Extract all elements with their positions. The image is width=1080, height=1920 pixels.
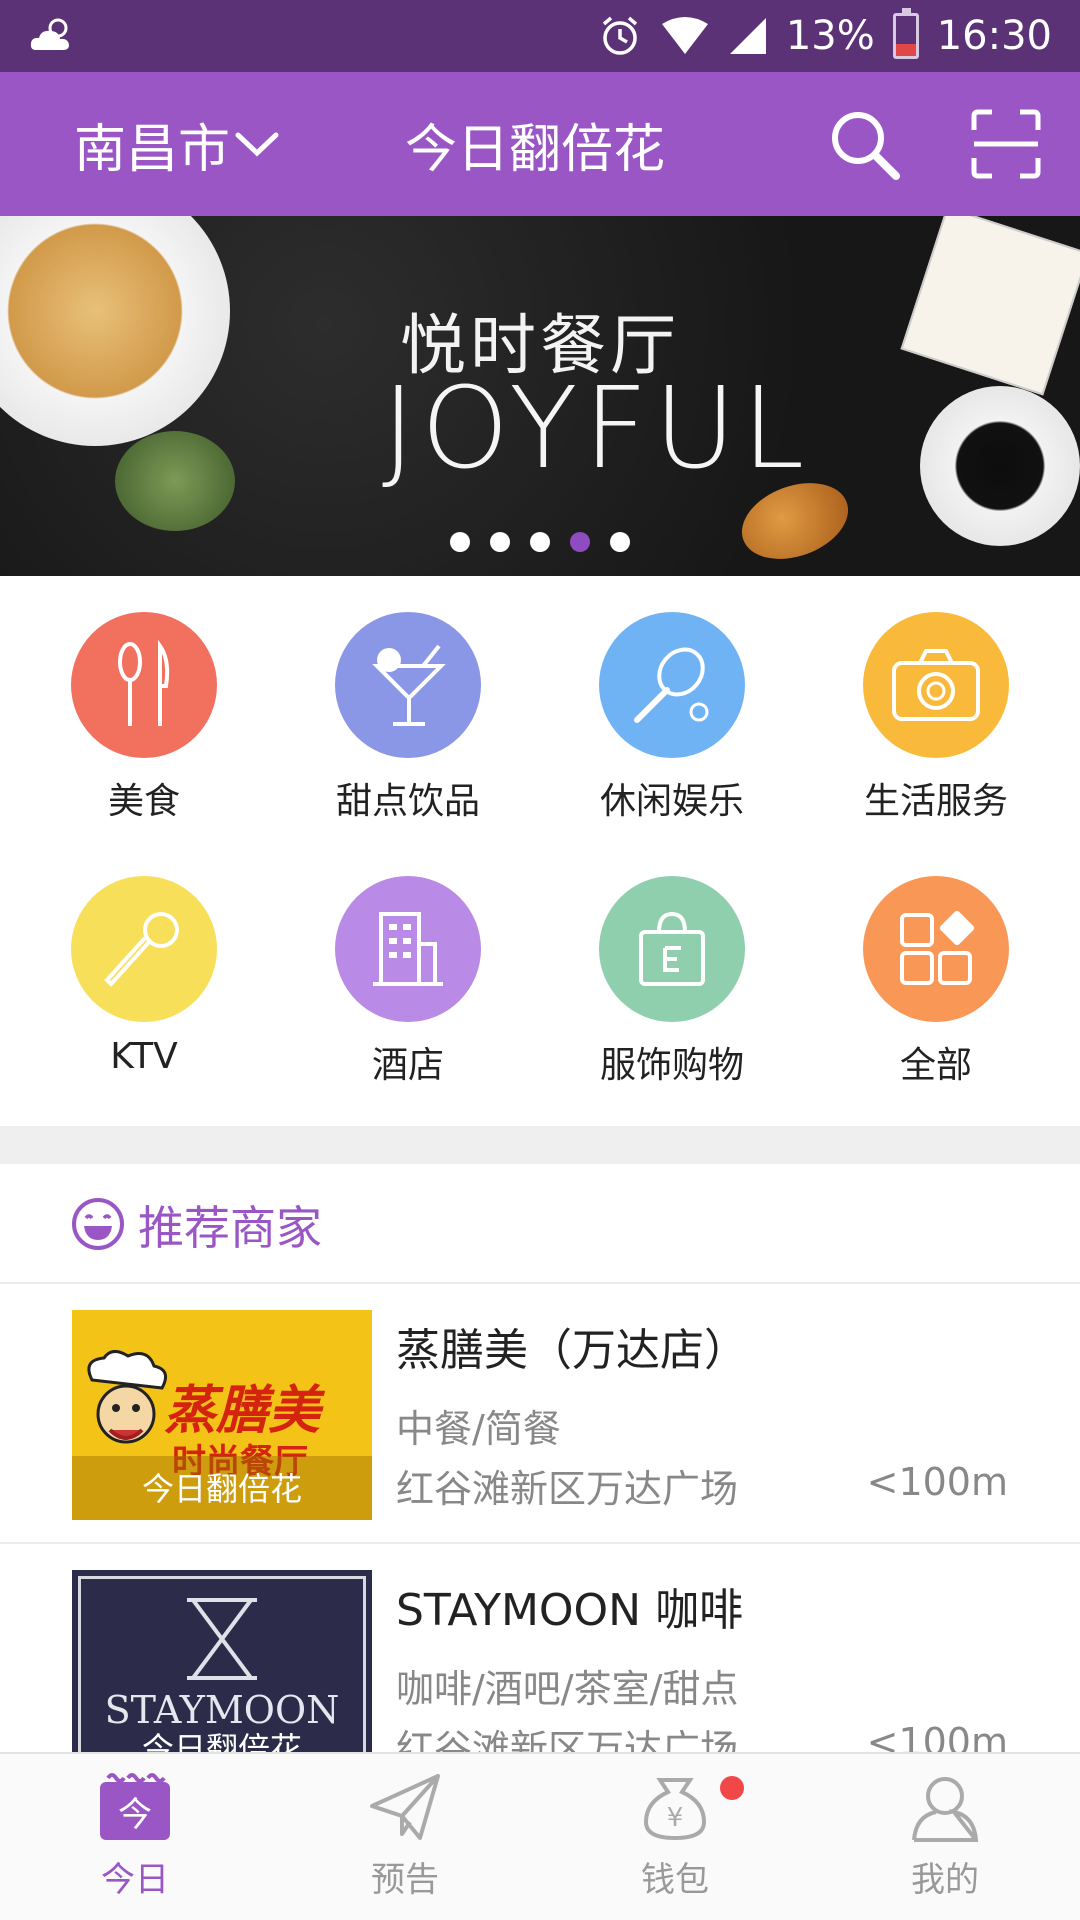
alarm-icon [602,16,637,55]
bottom-nav: 今 今日 预告 ¥ 钱包 我的 [0,1752,1080,1920]
category-label: 甜点饮品 [335,781,480,822]
merchant-address: 红谷滩新区万达广场 [396,1467,739,1511]
wifi-icon [661,17,708,54]
merchant-type: 咖啡/酒吧/茶室/甜点 [396,1667,739,1711]
category-hotel[interactable]: 酒店 [308,876,508,1088]
building-icon [335,876,481,1022]
microphone-icon [71,876,217,1022]
merchant-distance: <100m [866,1460,1008,1504]
recommend-title: 推荐商家 [138,1201,322,1255]
category-label: 酒店 [371,1045,444,1086]
pager-dot-active[interactable] [570,532,590,552]
tab-mine[interactable]: 我的 [865,1772,1025,1901]
battery-icon [892,8,919,59]
category-all[interactable]: 全部 [836,876,1036,1088]
category-label: KTV [110,1036,178,1077]
recommend-header: 推荐商家 [0,1164,1080,1284]
svg-text:¥: ¥ [667,1803,684,1833]
banner-pager [450,532,630,552]
promo-banner[interactable]: 悦时餐厅 JOYFUL [0,216,1080,576]
category-food[interactable]: 美食 [44,612,244,824]
tab-label: 预告 [371,1860,439,1900]
tab-label: 今日 [101,1860,169,1900]
today-icon: 今 [100,1773,170,1840]
cocktail-icon [335,612,481,758]
hourglass-icon [187,1598,257,1680]
category-label: 休闲娱乐 [599,781,744,822]
status-bar: 13% 16:30 [0,0,1080,72]
tab-label: 我的 [911,1860,979,1900]
chef-logo-icon [87,1350,168,1444]
category-ktv[interactable]: KTV [44,876,244,1077]
notification-badge [720,1776,744,1800]
tab-label: 钱包 [641,1860,709,1900]
merchant-thumbnail: 蒸膳美 时尚餐厅 今日翻倍花 [72,1310,372,1520]
coffee-cup-image [920,386,1080,546]
user-icon [912,1777,979,1847]
search-icon[interactable] [826,106,902,182]
tab-preview[interactable]: 预告 [325,1772,485,1901]
category-label: 全部 [899,1045,972,1086]
pager-dot[interactable] [490,532,510,552]
succulent-image [115,431,235,531]
signal-icon [729,18,766,54]
section-divider [0,1126,1080,1164]
merchant-logo-text: 蒸膳美 [164,1381,321,1441]
city-label: 南昌市 [74,119,231,180]
merchant-name: STAYMOON 咖啡 [396,1585,744,1636]
svg-text:今: 今 [118,1795,152,1835]
pager-dot[interactable] [450,532,470,552]
merchant-type: 中餐/简餐 [396,1407,561,1451]
battery-percent: 13% [785,13,875,59]
page-title: 今日翻倍花 [405,119,666,180]
grid-icon [863,876,1009,1022]
paper-plane-icon [370,1774,440,1840]
banner-title-en: JOYFUL [382,364,811,494]
category-label: 生活服务 [863,781,1008,822]
tennis-racket-icon [599,612,745,758]
category-label: 服饰购物 [599,1045,744,1086]
category-dessert-drinks[interactable]: 甜点饮品 [308,612,508,824]
merchant-thumbnail: STAYMOON 今日翻倍花 [72,1570,372,1780]
shopping-bag-icon [599,876,745,1022]
city-selector[interactable]: 南昌市 [74,107,280,182]
smiley-icon [72,1198,124,1250]
category-leisure[interactable]: 休闲娱乐 [572,612,772,824]
merchant-name: 蒸膳美（万达店） [396,1325,748,1376]
promo-tag: 今日翻倍花 [141,1470,302,1508]
category-life-services[interactable]: 生活服务 [836,612,1036,824]
camera-icon [863,612,1009,758]
app-screen: 13% 16:30 南昌市 今日翻倍花 悦时餐厅 JOYFUL 美食 甜点饮品 … [0,0,1080,1920]
fork-knife-icon [71,612,217,758]
category-label: 美食 [107,781,180,822]
pager-dot[interactable] [610,532,630,552]
app-header: 南昌市 今日翻倍花 [0,72,1080,216]
tab-today[interactable]: 今 今日 [55,1772,215,1901]
pager-dot[interactable] [530,532,550,552]
category-grid: 美食 甜点饮品 休闲娱乐 生活服务 KTV 酒店 服饰购物 全部 [0,576,1080,1126]
clock-time: 16:30 [936,13,1052,59]
merchant-item[interactable]: 蒸膳美 时尚餐厅 今日翻倍花 蒸膳美（万达店） 中餐/简餐 红谷滩新区万达广场 … [0,1286,1080,1544]
scan-icon[interactable] [970,108,1042,180]
money-bag-icon: ¥ [643,1778,707,1841]
chevron-down-icon [235,132,279,157]
cloud-sun-icon [30,18,69,50]
category-fashion-shopping[interactable]: 服饰购物 [572,876,772,1088]
